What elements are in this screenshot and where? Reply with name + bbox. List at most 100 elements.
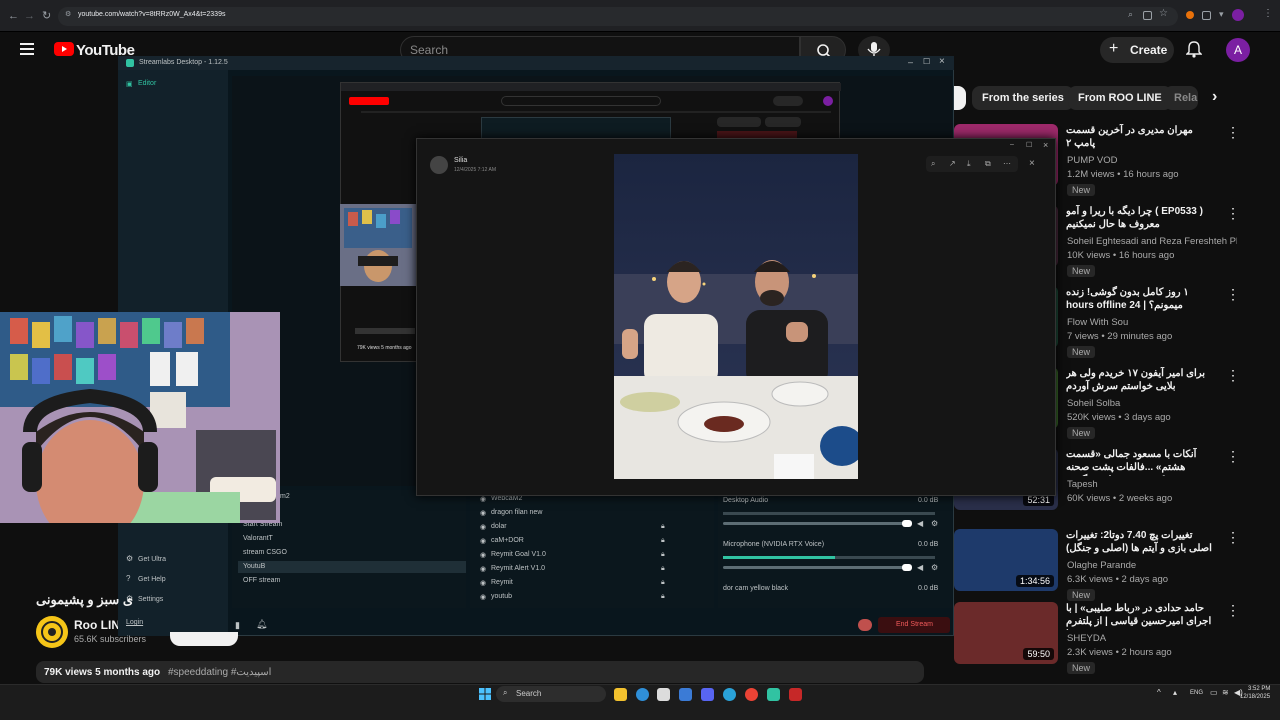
- tray-chevron-icon[interactable]: ^: [1157, 688, 1161, 697]
- forward-icon[interactable]: →: [24, 10, 35, 22]
- cast-icon[interactable]: [1143, 11, 1152, 20]
- clock-time[interactable]: 3:52 PM: [1248, 686, 1270, 692]
- stats-icon[interactable]: ▮: [235, 620, 240, 631]
- video-menu-icon[interactable]: ⋮: [1226, 286, 1240, 303]
- hashtags[interactable]: #speeddating #اسپیدیت: [168, 667, 271, 678]
- video-channel[interactable]: PUMP VOD: [1067, 154, 1237, 168]
- source-item[interactable]: youtub: [491, 593, 512, 600]
- extension-icon[interactable]: [1186, 11, 1194, 19]
- video-channel[interactable]: Olaghe Parande: [1067, 559, 1237, 573]
- maximize-icon[interactable]: ☐: [923, 57, 930, 66]
- microphone-slider[interactable]: [723, 566, 903, 569]
- notifications-bell-icon[interactable]: [1186, 40, 1202, 58]
- language-indicator[interactable]: ENG: [1190, 690, 1203, 696]
- scene-item[interactable]: YoutuB: [243, 563, 265, 570]
- store-icon[interactable]: [657, 688, 670, 701]
- notification-icon[interactable]: 🔔︎: [256, 619, 267, 630]
- site-info-icon[interactable]: ⚙: [65, 10, 71, 18]
- channel-name[interactable]: Roo LINE: [74, 618, 118, 632]
- nav-get-help[interactable]: Get Help: [138, 576, 166, 583]
- channel-avatar[interactable]: [36, 616, 68, 648]
- battery-icon[interactable]: ▭: [1210, 688, 1218, 697]
- video-channel[interactable]: Soheil Eghtesadi and Reza Fereshteh Pl..…: [1067, 235, 1237, 249]
- lock-icon[interactable]: 🔒︎: [661, 537, 665, 545]
- scene-item[interactable]: stream CSGO: [243, 549, 287, 556]
- more-icon[interactable]: ⋯: [1003, 159, 1011, 168]
- desktop-audio-slider[interactable]: [723, 522, 903, 525]
- back-icon[interactable]: ←: [8, 10, 19, 22]
- open-icon[interactable]: ⧉: [985, 159, 991, 169]
- create-button[interactable]: + Create: [1100, 37, 1174, 63]
- gear-icon[interactable]: ⚙: [931, 563, 938, 572]
- lock-icon[interactable]: 🔒︎: [661, 523, 665, 531]
- source-item[interactable]: dragon filan new: [491, 509, 542, 516]
- video-title[interactable]: برای امیر آیفون ۱۷ خریدم ولی هر بلایی خو…: [1066, 367, 1216, 395]
- close-icon[interactable]: ×: [939, 56, 945, 67]
- windows-start-icon[interactable]: [479, 688, 491, 700]
- telegram-icon[interactable]: [723, 688, 736, 701]
- scene-item[interactable]: OFF stream: [243, 577, 280, 584]
- clock-date[interactable]: 12/18/2025: [1240, 694, 1270, 700]
- wifi-icon[interactable]: ≋: [1222, 688, 1229, 697]
- source-item[interactable]: caM+DOR: [491, 537, 524, 544]
- nav-get-ultra[interactable]: Get Ultra: [138, 556, 166, 563]
- video-menu-icon[interactable]: ⋮: [1226, 529, 1240, 546]
- chips-next-icon[interactable]: ›: [1212, 88, 1217, 106]
- tab-search-icon[interactable]: ▾: [1219, 9, 1224, 20]
- video-title[interactable]: ( EP0533 ) چرا دیگه با ریرا و آمو معروف …: [1066, 205, 1216, 233]
- video-title[interactable]: ۱ روز کامل بدون گوشی! زنده میمونم؟ | hou…: [1066, 286, 1216, 314]
- video-channel[interactable]: Tapesh: [1067, 478, 1237, 492]
- profile-avatar[interactable]: [1232, 9, 1244, 21]
- source-item[interactable]: Reymit Goal V1.0: [491, 551, 546, 558]
- photo-close-icon[interactable]: ×: [1029, 158, 1035, 169]
- chrome-icon[interactable]: [745, 688, 758, 701]
- hamburger-menu-icon[interactable]: [20, 43, 34, 55]
- chip-from-roo-line[interactable]: From ROO LINE: [1068, 86, 1172, 110]
- lock-icon[interactable]: 🔒︎: [661, 579, 665, 587]
- lock-icon[interactable]: 🔒︎: [661, 565, 665, 573]
- video-menu-icon[interactable]: ⋮: [1226, 124, 1240, 141]
- speaker-icon[interactable]: ◀: [917, 519, 923, 528]
- chrome-menu-icon[interactable]: ⋮: [1263, 8, 1273, 19]
- taskbar-search[interactable]: ⌕ Search: [496, 686, 606, 702]
- source-item[interactable]: WebcaM2: [491, 495, 522, 502]
- nav-settings[interactable]: Settings: [138, 596, 163, 603]
- minimize-icon[interactable]: –: [908, 57, 913, 67]
- video-menu-icon[interactable]: ⋮: [1226, 205, 1240, 222]
- video-menu-icon[interactable]: ⋮: [1226, 367, 1240, 384]
- chip-related[interactable]: Rela: [1164, 86, 1198, 110]
- edge-icon[interactable]: [636, 688, 649, 701]
- lock-icon[interactable]: 🔒︎: [661, 593, 665, 601]
- video-title[interactable]: حامد حدادی در «رباط صلیبی» | با اجرای ام…: [1066, 602, 1216, 630]
- video-thumbnail[interactable]: 1:34:56: [954, 529, 1058, 591]
- video-channel[interactable]: SHEYDA: [1067, 632, 1237, 646]
- viewer-maximize-icon[interactable]: ☐: [1026, 141, 1032, 149]
- tray-app-icon[interactable]: ▴: [1173, 688, 1177, 697]
- viewer-close-icon[interactable]: ×: [1043, 140, 1048, 150]
- video-channel[interactable]: Flow With Sou: [1067, 316, 1237, 330]
- microphone-slider-handle[interactable]: [902, 564, 912, 571]
- video-thumbnail[interactable]: 59:50: [954, 602, 1058, 664]
- video-title[interactable]: تغییرات پچ 7.40 دوتا2: تغییرات اصلی بازی…: [1066, 529, 1216, 557]
- gear-icon[interactable]: ⚙: [931, 519, 938, 528]
- file-explorer-icon[interactable]: [614, 688, 627, 701]
- chip-from-series[interactable]: From the series: [972, 86, 1074, 110]
- video-menu-icon[interactable]: ⋮: [1226, 602, 1240, 619]
- video-menu-icon[interactable]: ⋮: [1226, 448, 1240, 465]
- desktop-audio-slider-handle[interactable]: [902, 520, 912, 527]
- streamlabs-taskbar-icon[interactable]: [767, 688, 780, 701]
- account-avatar[interactable]: A: [1226, 38, 1250, 62]
- source-item[interactable]: Reymit Alert V1.0: [491, 565, 545, 572]
- end-stream-button[interactable]: End Stream: [878, 617, 950, 633]
- viewer-minimize-icon[interactable]: –: [1010, 141, 1014, 148]
- record-button[interactable]: [858, 619, 872, 631]
- share-icon[interactable]: ↗: [949, 159, 956, 168]
- video-title[interactable]: مهران مدیری در آخرین قسمت پامپ ۲: [1066, 124, 1216, 152]
- speaker-icon[interactable]: ◀: [917, 563, 923, 572]
- youtube-logo-icon[interactable]: [54, 42, 74, 56]
- address-bar[interactable]: [58, 7, 1178, 26]
- zoom-icon[interactable]: ⌕: [1128, 9, 1133, 20]
- source-item[interactable]: Reymit: [491, 579, 513, 586]
- lock-icon[interactable]: 🔒︎: [661, 551, 665, 559]
- scene-item[interactable]: ValorantT: [243, 535, 273, 542]
